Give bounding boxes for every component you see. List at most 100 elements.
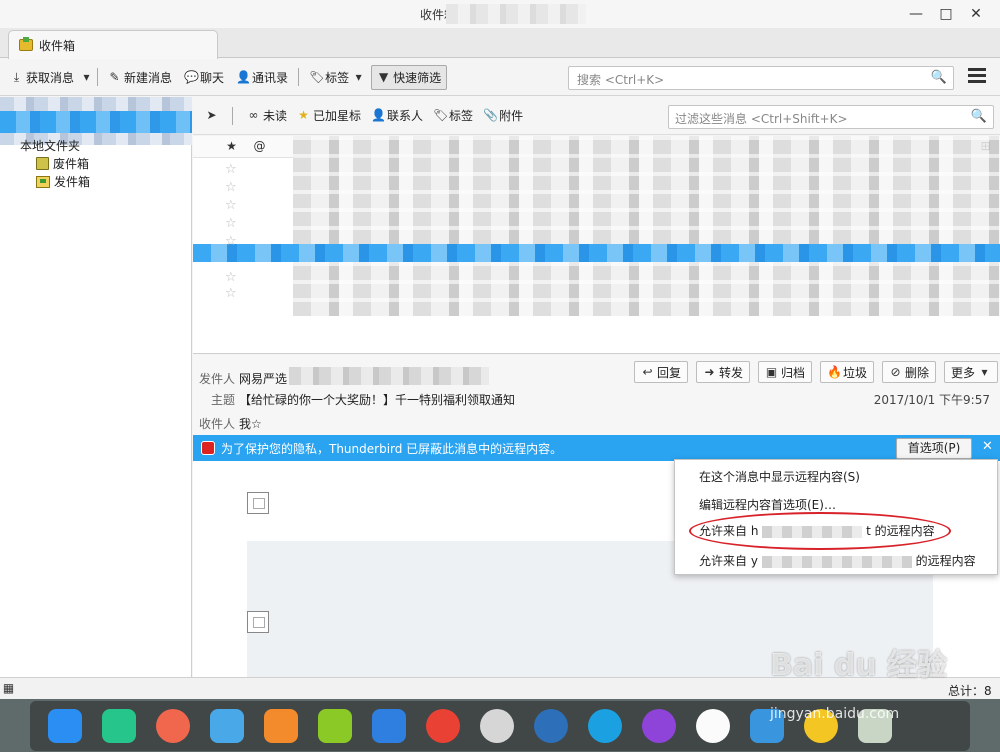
local-folders-label[interactable]: 本地文件夹 bbox=[20, 137, 80, 154]
broken-image-icon bbox=[247, 611, 269, 633]
star-icon[interactable]: ☆ bbox=[225, 270, 237, 285]
get-mail-button[interactable]: ⤓ 获取消息 bbox=[4, 65, 80, 90]
star-column-icon[interactable]: ★ bbox=[225, 140, 238, 153]
app-menu-button[interactable] bbox=[968, 68, 986, 84]
filter-attachment[interactable]: 📎 附件 bbox=[483, 107, 523, 124]
reply-arrow-icon: ↩ bbox=[642, 364, 653, 379]
search-placeholder: 搜索 <Ctrl+K> bbox=[577, 73, 665, 87]
delete-button[interactable]: ⊘ 删除 bbox=[882, 361, 937, 383]
folder-sent[interactable]: 发件箱 bbox=[36, 173, 90, 190]
chat-button[interactable]: 💬 聊天 bbox=[178, 65, 230, 90]
more-label: 更多 bbox=[951, 365, 976, 380]
selected-folder-blur[interactable] bbox=[0, 111, 192, 133]
selected-message-row[interactable] bbox=[193, 244, 1000, 262]
quick-filter-label: 快速筛选 bbox=[393, 70, 442, 85]
archive-button[interactable]: ▣ 归档 bbox=[758, 361, 813, 383]
keyboard-icon[interactable] bbox=[588, 709, 622, 743]
message-date: 2017/10/1 下午9:57 bbox=[873, 393, 990, 407]
thunderbird-icon[interactable] bbox=[534, 709, 568, 743]
close-icon[interactable]: ✕ bbox=[982, 439, 993, 454]
app-store-icon[interactable] bbox=[210, 709, 244, 743]
new-message-button[interactable]: ✎ 新建消息 bbox=[102, 65, 178, 90]
attachment-column-icon[interactable]: @ bbox=[253, 140, 266, 153]
close-window-button[interactable]: ✕ bbox=[966, 4, 986, 24]
from-value[interactable]: 网易严选 bbox=[239, 370, 287, 387]
quick-filter-button[interactable]: ▼ 快速筛选 bbox=[371, 64, 448, 90]
launcher-icon[interactable] bbox=[48, 709, 82, 743]
star-icon[interactable]: ☆ bbox=[225, 234, 237, 249]
minimize-button[interactable]: — bbox=[906, 4, 926, 24]
no-entry-icon: ⊘ bbox=[890, 364, 901, 379]
search-icon[interactable]: 🔍 bbox=[971, 109, 987, 124]
get-mail-dropdown-icon[interactable]: ▾ bbox=[80, 70, 93, 84]
filter-attachment-label: 附件 bbox=[499, 109, 524, 123]
settings-gear-icon[interactable] bbox=[480, 709, 514, 743]
shopping-bag-icon[interactable] bbox=[264, 709, 298, 743]
inbox-icon bbox=[19, 37, 33, 51]
chrome-icon[interactable] bbox=[426, 709, 460, 743]
more-button[interactable]: 更多 ▾ bbox=[944, 361, 999, 383]
forward-button[interactable]: ➜ 转发 bbox=[696, 361, 751, 383]
video-player-icon[interactable] bbox=[372, 709, 406, 743]
subject-label: 主题 bbox=[211, 393, 236, 407]
trash-icon bbox=[36, 157, 49, 170]
star-icon[interactable]: ☆ bbox=[225, 198, 237, 213]
menu-allow-remote-y[interactable]: 允许来自 y 的远程内容 bbox=[699, 552, 976, 569]
filter-tags[interactable]: 🏷 标签 bbox=[433, 107, 473, 124]
remote-content-notice-text: 为了保护您的隐私，Thunderbird 已屏蔽此消息中的远程内容。 bbox=[221, 441, 563, 456]
new-message-label: 新建消息 bbox=[124, 70, 173, 85]
folder-trash[interactable]: 废件箱 bbox=[36, 155, 89, 172]
star-icon[interactable]: ☆ bbox=[225, 180, 237, 195]
tab-strip: 收件箱 bbox=[0, 28, 1000, 59]
screen-recorder-icon[interactable] bbox=[156, 709, 190, 743]
watermark-url: jingyan.baidu.com bbox=[770, 706, 900, 722]
pin-icon[interactable]: ➤ bbox=[205, 109, 218, 122]
filter-starred-label: 已加星标 bbox=[313, 109, 362, 123]
subject-value: 【给忙碌的你一个大奖励！】千一特别福利领取通知 bbox=[239, 393, 516, 407]
media-icon[interactable] bbox=[696, 709, 730, 743]
tab-inbox[interactable]: 收件箱 bbox=[8, 30, 218, 59]
filter-messages-input[interactable]: 过滤这些消息 <Ctrl+Shift+K> 🔍 bbox=[668, 105, 994, 129]
search-input[interactable]: 搜索 <Ctrl+K> 🔍 bbox=[568, 66, 954, 90]
filter-icon: ▼ bbox=[378, 69, 389, 84]
from-address-blur bbox=[289, 367, 489, 385]
maximize-button[interactable]: □ bbox=[936, 4, 956, 24]
filter-contact-label: 联系人 bbox=[387, 109, 424, 123]
filter-unread[interactable]: ∞ 未读 bbox=[247, 107, 288, 124]
menu-edit-remote-prefs[interactable]: 编辑远程内容首选项(E)… bbox=[699, 496, 836, 513]
network-icon[interactable]: ▦ bbox=[2, 682, 15, 695]
filter-separator bbox=[232, 106, 233, 125]
power-icon[interactable] bbox=[642, 709, 676, 743]
file-manager-icon[interactable] bbox=[102, 709, 136, 743]
message-header: 发件人 网易严选 主题 【给忙碌的你一个大奖励！】千一特别福利领取通知 收件人 … bbox=[193, 355, 1000, 435]
delete-label: 删除 bbox=[905, 365, 930, 380]
filter-contact[interactable]: 👤 联系人 bbox=[371, 107, 423, 124]
toolbar-separator bbox=[97, 68, 99, 86]
hamburger-icon bbox=[968, 74, 986, 77]
music-player-icon[interactable] bbox=[318, 709, 352, 743]
menu-show-remote-content[interactable]: 在这个消息中显示远程内容(S) bbox=[699, 468, 860, 485]
chevron-down-icon: ▾ bbox=[981, 364, 988, 379]
star-icon[interactable]: ☆ bbox=[225, 162, 237, 177]
domain-blur bbox=[761, 555, 912, 568]
get-mail-label: 获取消息 bbox=[26, 70, 75, 85]
message-list: ★ @ ⊞ ☆ ☆ ☆ ☆ ☆ ☆ ☆ bbox=[193, 136, 1000, 354]
reply-button[interactable]: ↩ 回复 bbox=[634, 361, 689, 383]
address-book-label: 通讯录 bbox=[252, 70, 289, 85]
star-icon[interactable]: ☆ bbox=[225, 286, 237, 301]
junk-button[interactable]: 🔥 垃圾 bbox=[820, 361, 875, 383]
folder-sent-label: 发件箱 bbox=[54, 175, 91, 189]
tag-button[interactable]: 🏷 标签 ▾ bbox=[303, 65, 371, 90]
hamburger-icon bbox=[968, 68, 986, 71]
preferences-button[interactable]: 首选项(P) bbox=[896, 438, 972, 459]
message-rows-blur[interactable] bbox=[293, 136, 1000, 316]
hamburger-icon bbox=[968, 80, 986, 83]
filter-tags-label: 标签 bbox=[449, 109, 474, 123]
address-book-button[interactable]: 👤 通讯录 bbox=[230, 65, 294, 90]
to-value[interactable]: 我☆ bbox=[239, 415, 262, 432]
search-icon[interactable]: 🔍 bbox=[931, 70, 947, 85]
chevron-down-icon: ▾ bbox=[355, 69, 362, 84]
filter-starred[interactable]: ★ 已加星标 bbox=[297, 107, 361, 124]
star-icon[interactable]: ☆ bbox=[225, 216, 237, 231]
remote-content-notice: 为了保护您的隐私，Thunderbird 已屏蔽此消息中的远程内容。 bbox=[193, 435, 1000, 461]
